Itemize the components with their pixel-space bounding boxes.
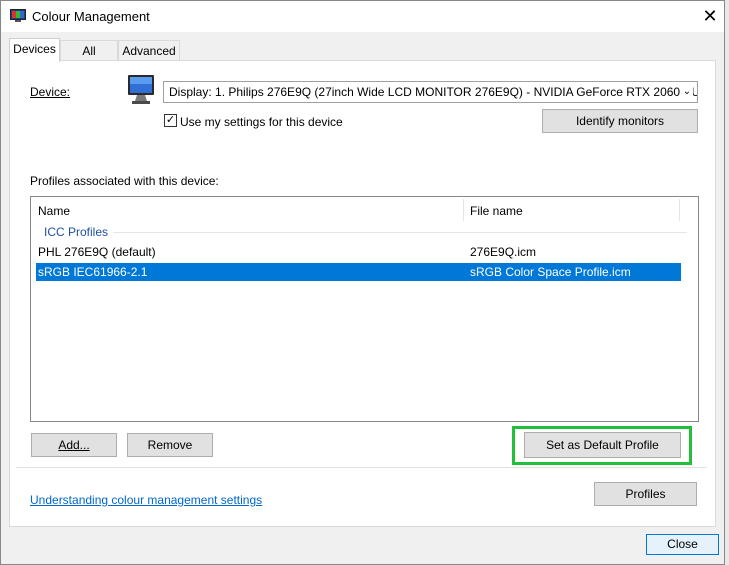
column-header-name[interactable]: Name (38, 204, 70, 218)
highlight-annotation (512, 426, 692, 465)
table-row[interactable]: PHL 276E9Q (default) 276E9Q.icm (36, 243, 681, 261)
tab-all-profiles[interactable]: All Profiles (60, 40, 118, 78)
column-separator (463, 199, 464, 221)
profile-file: 276E9Q.icm (470, 245, 537, 259)
profiles-section-label: Profiles associated with this device: (30, 174, 219, 188)
device-select[interactable]: Display: 1. Philips 276E9Q (27inch Wide … (163, 81, 698, 103)
remove-button[interactable]: Remove (127, 433, 213, 457)
use-my-settings-checkbox[interactable]: ✓ (164, 114, 177, 127)
window-title: Colour Management (32, 9, 150, 24)
table-row-selected[interactable]: sRGB IEC61966-2.1 sRGB Color Space Profi… (36, 263, 681, 281)
monitor-icon (128, 75, 154, 104)
column-header-file-name[interactable]: File name (470, 204, 523, 218)
profiles-button[interactable]: Profiles (594, 482, 697, 506)
group-label-icc-profiles: ICC Profiles (44, 225, 109, 239)
tab-advanced[interactable]: Advanced (118, 40, 180, 61)
divider (16, 467, 707, 468)
column-separator-end (679, 199, 680, 221)
understanding-colour-management-link[interactable]: Understanding colour management settings (30, 493, 262, 507)
remove-button-label: Remove (147, 438, 193, 452)
profile-file: sRGB Color Space Profile.icm (470, 265, 631, 279)
background-edge (725, 0, 729, 565)
profiles-list[interactable]: Name File name ICC Profiles PHL 276E9Q (… (30, 196, 699, 422)
profile-name: sRGB IEC61966-2.1 (38, 265, 148, 279)
chevron-down-icon: ⌄ (681, 82, 693, 102)
identify-monitors-button[interactable]: Identify monitors (542, 109, 698, 133)
profile-name: PHL 276E9Q (default) (38, 245, 156, 259)
use-my-settings-label: Use my settings for this device (180, 115, 343, 129)
window-close-icon[interactable]: ✕ (696, 3, 724, 29)
close-button[interactable]: Close (646, 534, 719, 555)
add-button-label: Add... (58, 438, 90, 452)
group-divider (113, 232, 687, 233)
colour-management-app-icon (10, 9, 26, 22)
tab-devices[interactable]: Devices (9, 38, 60, 62)
device-select-value: Display: 1. Philips 276E9Q (27inch Wide … (169, 85, 698, 99)
add-button[interactable]: Add... (31, 433, 117, 457)
device-label: Device: (30, 85, 71, 99)
